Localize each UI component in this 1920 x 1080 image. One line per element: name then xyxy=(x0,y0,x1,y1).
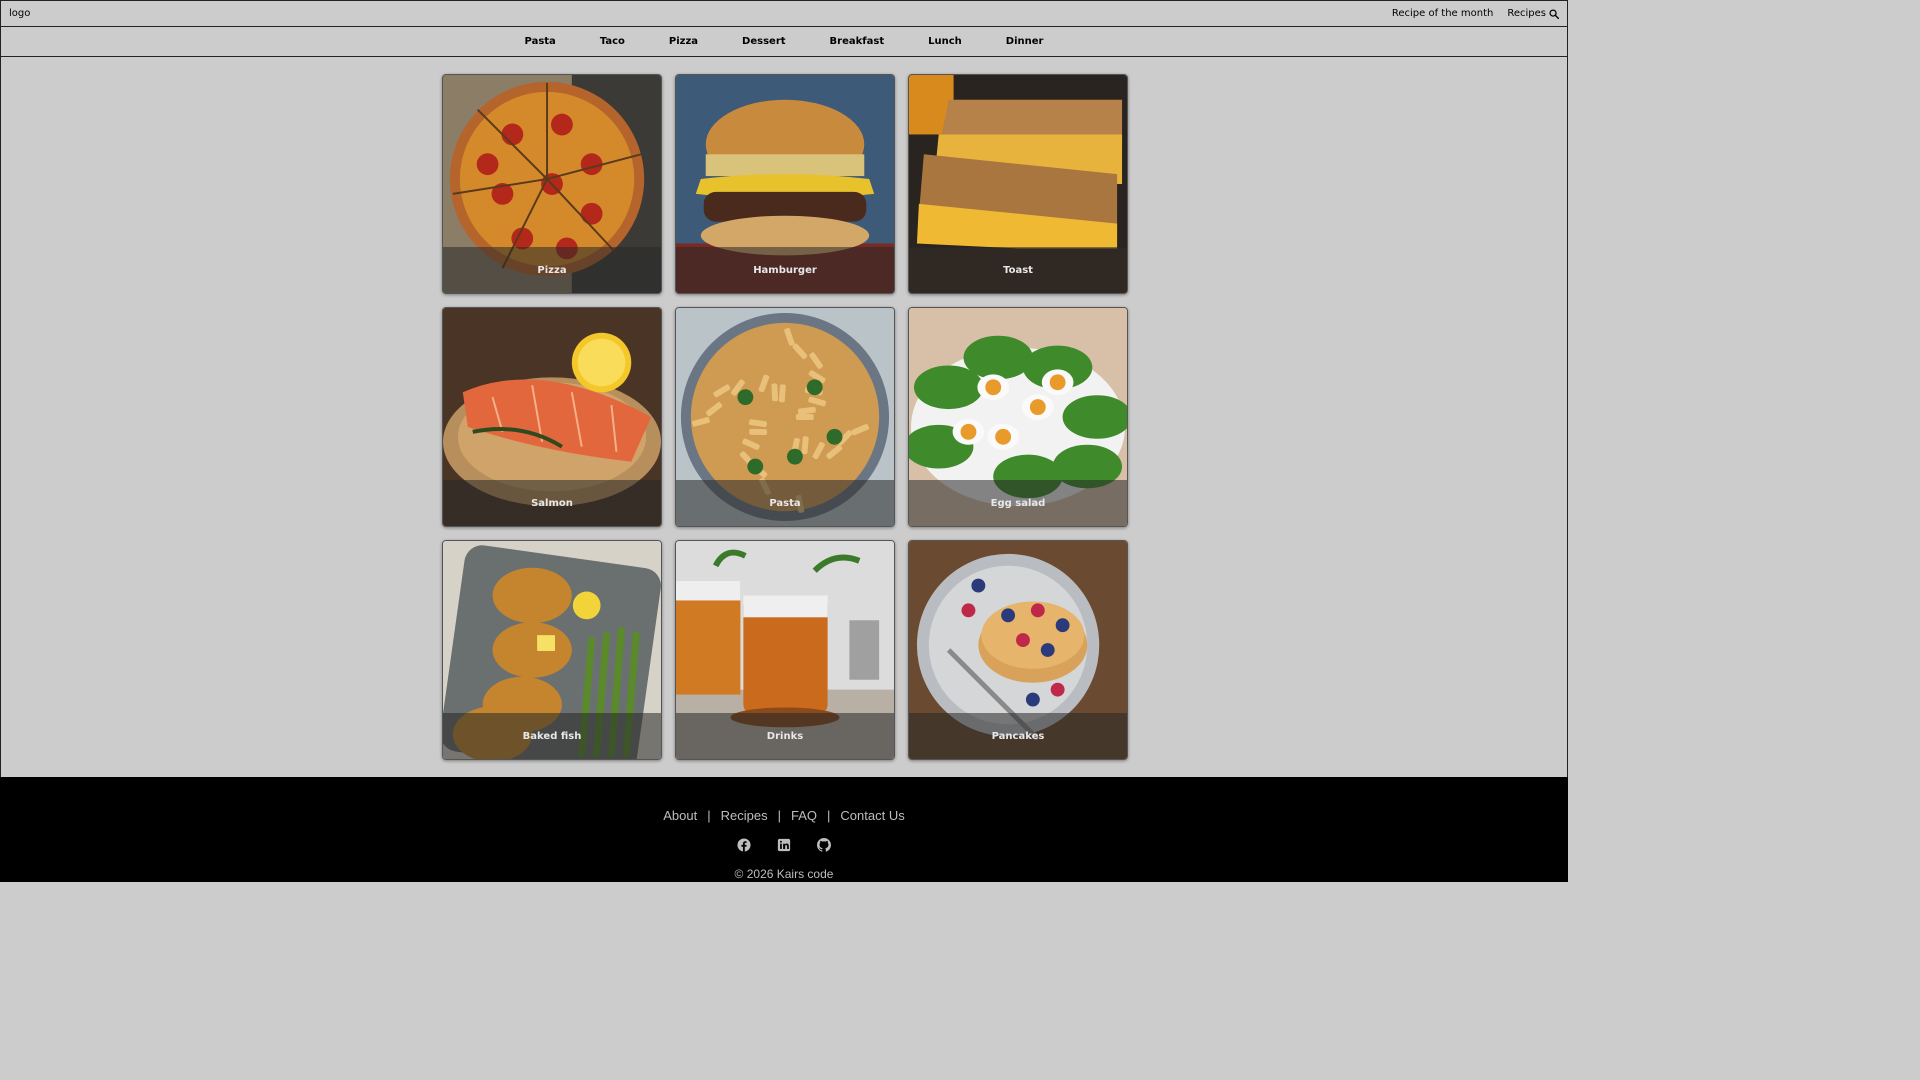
recipe-card-caption: Drinks xyxy=(676,713,894,759)
category-list: Pasta Taco Pizza Dessert Breakfast Lunch Dinne… xyxy=(503,36,1066,47)
footer-separator: | xyxy=(777,808,781,823)
github-icon[interactable] xyxy=(817,838,831,852)
recipe-card-label: Pancakes xyxy=(991,730,1045,742)
recipe-card-label: Pasta xyxy=(769,497,801,509)
logo[interactable]: logo xyxy=(9,8,30,19)
category-link-taco[interactable]: Taco xyxy=(578,36,647,47)
nav-link-recipes-label: Recipes xyxy=(1507,8,1546,19)
footer-separator: | xyxy=(707,808,711,823)
footer-link-recipes[interactable]: Recipes xyxy=(721,808,768,823)
recipe-card-caption: Hamburger xyxy=(676,247,894,293)
category-link-pizza[interactable]: Pizza xyxy=(647,36,720,47)
recipe-card-pizza[interactable]: Pizza xyxy=(442,74,662,294)
recipe-card-pasta[interactable]: Pasta xyxy=(675,307,895,527)
top-nav: Recipe of the month Recipes xyxy=(1392,8,1559,19)
recipe-card-baked-fish[interactable]: Baked fish xyxy=(442,540,662,760)
recipe-card-salmon[interactable]: Salmon xyxy=(442,307,662,527)
recipe-card-label: Pizza xyxy=(537,264,567,276)
recipe-card-label: Salmon xyxy=(531,497,573,509)
search-icon[interactable] xyxy=(1549,8,1559,19)
recipe-card-caption: Pizza xyxy=(443,247,661,293)
category-link-dessert[interactable]: Dessert xyxy=(720,36,807,47)
top-bar: logo Recipe of the month Recipes xyxy=(0,0,1568,27)
linkedin-icon[interactable] xyxy=(777,838,791,852)
category-link-lunch[interactable]: Lunch xyxy=(906,36,984,47)
recipe-card-label: Egg salad xyxy=(990,497,1046,509)
recipe-grid: Pizza Hamburger Toast Salmon Pasta Egg salad B… xyxy=(442,74,1128,760)
recipe-card-pancakes[interactable]: Pancakes xyxy=(908,540,1128,760)
footer-link-contact-us[interactable]: Contact Us xyxy=(840,808,904,823)
copyright: © 2026 Kairs code xyxy=(734,867,834,881)
nav-link-recipe-of-the-month[interactable]: Recipe of the month xyxy=(1392,8,1493,19)
footer-separator: | xyxy=(827,808,831,823)
recipe-card-hamburger[interactable]: Hamburger xyxy=(675,74,895,294)
recipe-card-caption: Pancakes xyxy=(909,713,1127,759)
recipe-card-label: Toast xyxy=(1003,264,1033,276)
category-link-pasta[interactable]: Pasta xyxy=(503,36,578,47)
nav-link-recipes[interactable]: Recipes xyxy=(1507,8,1559,19)
category-link-dinner[interactable]: Dinner xyxy=(984,36,1066,47)
recipe-card-caption: Baked fish xyxy=(443,713,661,759)
footer: About | Recipes | FAQ | Contact Us © 2026 Kair… xyxy=(0,777,1568,882)
footer-link-about[interactable]: About xyxy=(663,808,697,823)
facebook-icon[interactable] xyxy=(737,838,751,852)
footer-links: About | Recipes | FAQ | Contact Us xyxy=(0,808,1568,823)
recipe-card-toast[interactable]: Toast xyxy=(908,74,1128,294)
recipe-card-drinks[interactable]: Drinks xyxy=(675,540,895,760)
recipe-card-label: Drinks xyxy=(766,730,804,742)
recipe-card-label: Hamburger xyxy=(753,264,817,276)
recipe-card-label: Baked fish xyxy=(522,730,582,742)
recipe-card-caption: Egg salad xyxy=(909,480,1127,526)
main-content: Pizza Hamburger Toast Salmon Pasta Egg salad B… xyxy=(0,57,1568,777)
social-links xyxy=(0,838,1568,852)
footer-link-faq[interactable]: FAQ xyxy=(791,808,817,823)
category-nav: Pasta Taco Pizza Dessert Breakfast Lunch Dinne… xyxy=(0,27,1568,57)
recipe-card-caption: Toast xyxy=(909,247,1127,293)
recipe-card-egg-salad[interactable]: Egg salad xyxy=(908,307,1128,527)
category-link-breakfast[interactable]: Breakfast xyxy=(808,36,907,47)
recipe-card-caption: Salmon xyxy=(443,480,661,526)
recipe-card-caption: Pasta xyxy=(676,480,894,526)
